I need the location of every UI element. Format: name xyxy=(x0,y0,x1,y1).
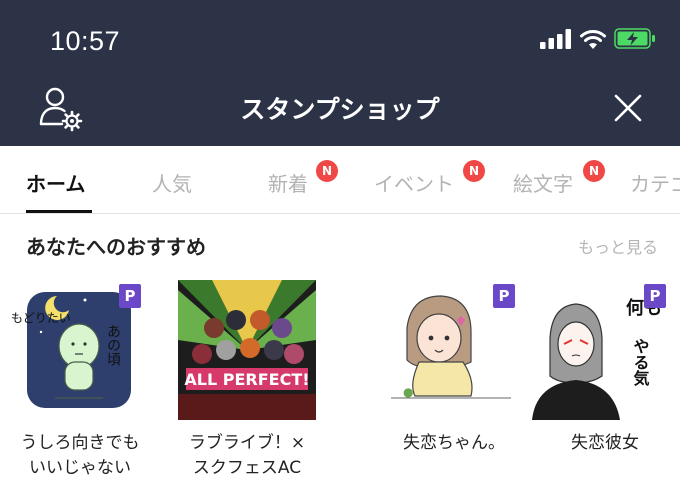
app-header: 10:57 スタンプショップ xyxy=(0,0,680,146)
sticker-name: ラブライブ！× スクフェスAC xyxy=(188,433,306,478)
sticker-card[interactable]: 何も やる気 P 失恋彼女 xyxy=(530,280,680,490)
close-button[interactable] xyxy=(612,92,644,124)
sticker-name: 失恋ちゃん。 xyxy=(403,433,505,453)
tab-new[interactable]: 新着 xyxy=(268,168,308,197)
svg-text:やる気: やる気 xyxy=(631,338,650,387)
premium-badge: P xyxy=(493,284,515,308)
battery-charging-icon xyxy=(614,28,655,49)
svg-text:ALL PERFECT!: ALL PERFECT! xyxy=(184,370,309,389)
sticker-card[interactable]: ALL PERFECT! ラブライブ！× スクフェスAC xyxy=(172,280,322,490)
tab-event-badge: N xyxy=(463,160,485,182)
active-tab-indicator xyxy=(26,210,92,213)
tab-emoji[interactable]: 絵文字 xyxy=(513,168,573,197)
tab-new-badge: N xyxy=(316,160,338,182)
tab-emoji-badge: N xyxy=(583,160,605,182)
wifi-icon xyxy=(580,30,606,49)
sticker-card[interactable]: ● P 失恋ちゃん。 xyxy=(379,280,529,490)
tab-home[interactable]: ホーム xyxy=(26,168,85,197)
section-title: あなたへのおすすめ xyxy=(26,235,206,259)
sticker-name: 失恋彼女 xyxy=(571,433,639,453)
svg-text:あの頃: あの頃 xyxy=(105,324,121,366)
close-icon xyxy=(614,94,642,122)
tab-popular[interactable]: 人気 xyxy=(152,168,192,197)
status-time: 10:57 xyxy=(50,26,121,56)
cellular-signal-icon xyxy=(540,28,571,49)
sticker-thumbnail: ALL PERFECT! xyxy=(178,280,316,420)
sticker-name: うしろ向きでも いいじゃない xyxy=(20,433,140,478)
see-more-link[interactable]: もっと見る xyxy=(578,234,658,258)
svg-text:●: ● xyxy=(403,385,413,399)
premium-badge: P xyxy=(644,284,666,308)
tab-event[interactable]: イベント xyxy=(374,168,454,197)
status-icons xyxy=(540,28,656,49)
tab-category[interactable]: カテゴ xyxy=(630,168,680,197)
premium-badge: P xyxy=(119,284,141,308)
sticker-card[interactable]: あの頃 もどりたい P うしろ向きでも いいじゃない xyxy=(5,280,155,490)
category-tabs: ホーム 人気 新着 N イベント N 絵文字 N カテゴ xyxy=(0,146,680,214)
svg-text:もどりたい: もどりたい xyxy=(11,311,71,325)
page-title: スタンプショップ xyxy=(240,95,440,124)
